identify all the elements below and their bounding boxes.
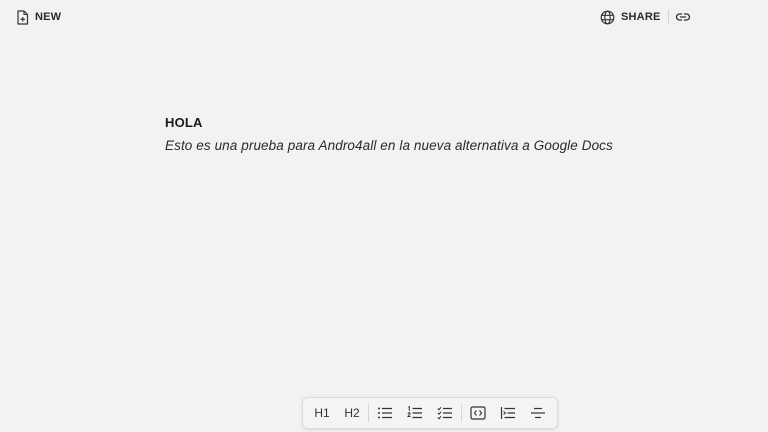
share-label: SHARE <box>621 11 661 23</box>
bullet-list-button[interactable] <box>370 400 400 426</box>
new-document-label: NEW <box>35 11 62 23</box>
share-group: SHARE <box>600 8 691 26</box>
toolbar-divider <box>461 404 462 422</box>
new-document-button[interactable]: NEW <box>16 8 61 26</box>
topbar-divider <box>667 10 669 24</box>
link-icon <box>675 10 691 24</box>
share-button[interactable]: SHARE <box>600 10 661 25</box>
indent-button[interactable] <box>493 400 523 426</box>
code-block-button[interactable] <box>463 400 493 426</box>
code-block-icon <box>470 406 486 420</box>
heading-1-label: H1 <box>314 406 330 420</box>
heading-2-button[interactable]: H2 <box>337 400 367 426</box>
checklist-icon <box>437 406 453 420</box>
numbered-list-icon <box>407 406 423 420</box>
bullet-list-icon <box>377 406 393 420</box>
formatting-toolbar: H1 H2 <box>302 397 558 429</box>
numbered-list-button[interactable] <box>400 400 430 426</box>
checklist-button[interactable] <box>430 400 460 426</box>
copy-link-button[interactable] <box>675 10 691 24</box>
document-paragraph[interactable]: Esto es una prueba para Andro4all en la … <box>165 138 645 153</box>
strikethrough-icon <box>530 406 546 420</box>
editor-page: NEW SHARE HOLA Esto es una prueba para A… <box>0 0 768 432</box>
strikethrough-button[interactable] <box>523 400 553 426</box>
document-heading[interactable]: HOLA <box>165 115 645 130</box>
globe-icon <box>600 10 615 25</box>
new-document-icon <box>16 9 29 25</box>
indent-icon <box>500 406 516 420</box>
toolbar-divider <box>368 404 369 422</box>
heading-2-label: H2 <box>344 406 360 420</box>
document-body[interactable]: HOLA Esto es una prueba para Andro4all e… <box>165 115 645 153</box>
heading-1-button[interactable]: H1 <box>307 400 337 426</box>
